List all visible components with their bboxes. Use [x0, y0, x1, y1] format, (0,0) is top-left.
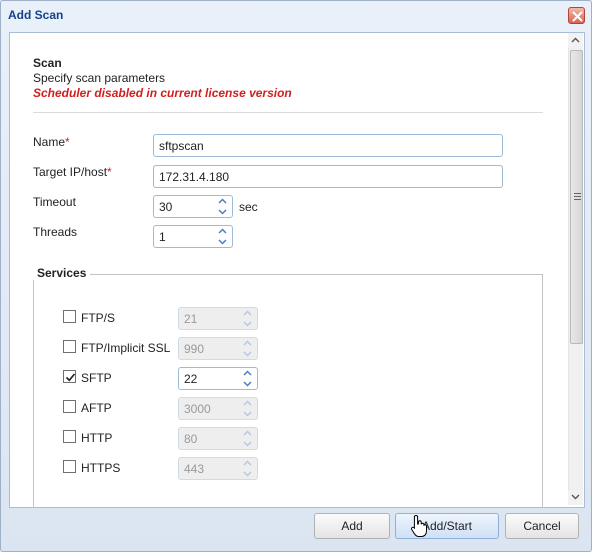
license-warning: Scheduler disabled in current license ve… [33, 86, 292, 100]
dialog-titlebar[interactable]: Add Scan [1, 1, 591, 31]
service-label[interactable]: SFTP [81, 371, 112, 385]
timeout-decrement-button[interactable] [213, 207, 232, 217]
service-checkbox[interactable] [63, 460, 76, 473]
close-icon [572, 11, 583, 22]
service-checkbox[interactable] [63, 310, 76, 323]
checkmark-icon [65, 373, 76, 382]
add-button[interactable]: Add [314, 513, 390, 539]
chevron-down-icon [243, 441, 252, 447]
service-checkbox[interactable] [63, 340, 76, 353]
port-input[interactable] [179, 368, 237, 389]
threads-input[interactable] [154, 226, 212, 247]
port-increment-button[interactable] [238, 368, 257, 378]
timeout-stepper[interactable] [153, 195, 233, 218]
port-input[interactable] [179, 338, 237, 359]
dialog-content: Scan Specify scan parameters Scheduler d… [9, 32, 585, 508]
port-stepper[interactable] [178, 457, 258, 480]
port-decrement-button[interactable] [238, 349, 257, 359]
add-scan-dialog: Add Scan Scan Specify scan parameters Sc… [0, 0, 592, 552]
chevron-down-icon [243, 411, 252, 417]
name-field[interactable] [153, 134, 503, 157]
chevron-up-icon [571, 37, 580, 43]
name-label: Name* [33, 135, 70, 149]
section-subtitle: Specify scan parameters [33, 71, 166, 85]
grip-line [574, 199, 581, 200]
chevron-down-icon [571, 494, 580, 500]
service-label[interactable]: HTTP [81, 431, 112, 445]
service-label[interactable]: AFTP [81, 401, 112, 415]
service-checkbox[interactable] [63, 400, 76, 413]
dialog-footer: Add Add/Start Cancel [1, 508, 591, 552]
target-label: Target IP/host* [33, 165, 112, 179]
close-button[interactable] [568, 7, 585, 24]
services-legend: Services [33, 266, 91, 280]
scroll-down-button[interactable] [568, 490, 583, 505]
vertical-scrollbar[interactable] [568, 48, 583, 490]
required-marker: * [107, 165, 112, 179]
timeout-label: Timeout [33, 195, 76, 209]
required-marker: * [65, 135, 70, 149]
port-input[interactable] [179, 398, 237, 419]
chevron-up-icon [218, 228, 227, 234]
port-decrement-button[interactable] [238, 409, 257, 419]
hand-pointer-icon [411, 514, 427, 537]
chevron-up-icon [243, 400, 252, 406]
port-decrement-button[interactable] [238, 439, 257, 449]
chevron-down-icon [243, 321, 252, 327]
chevron-up-icon [218, 198, 227, 204]
port-increment-button[interactable] [238, 308, 257, 318]
grip-line [574, 196, 581, 197]
grip-line [574, 193, 581, 194]
chevron-down-icon [243, 351, 252, 357]
port-increment-button[interactable] [238, 428, 257, 438]
chevron-down-icon [218, 239, 227, 245]
timeout-increment-button[interactable] [213, 196, 232, 206]
port-stepper[interactable] [178, 397, 258, 420]
divider [33, 112, 543, 113]
timeout-input[interactable] [154, 196, 212, 217]
port-decrement-button[interactable] [238, 469, 257, 479]
port-increment-button[interactable] [238, 338, 257, 348]
port-decrement-button[interactable] [238, 379, 257, 389]
target-host-field[interactable] [153, 165, 503, 188]
chevron-up-icon [243, 340, 252, 346]
chevron-up-icon [243, 430, 252, 436]
service-label[interactable]: FTP/S [81, 311, 115, 325]
port-increment-button[interactable] [238, 398, 257, 408]
port-input[interactable] [179, 308, 237, 329]
dialog-title: Add Scan [8, 8, 64, 22]
service-checkbox[interactable] [63, 430, 76, 443]
chevron-down-icon [243, 471, 252, 477]
section-title: Scan [33, 56, 62, 70]
service-label[interactable]: HTTPS [81, 461, 120, 475]
service-checkbox[interactable] [63, 370, 76, 383]
cancel-button[interactable]: Cancel [505, 513, 579, 539]
port-decrement-button[interactable] [238, 319, 257, 329]
port-stepper[interactable] [178, 367, 258, 390]
port-input[interactable] [179, 428, 237, 449]
threads-label: Threads [33, 225, 78, 239]
port-stepper[interactable] [178, 307, 258, 330]
port-input[interactable] [179, 458, 237, 479]
service-label[interactable]: FTP/Implicit SSL [81, 341, 170, 355]
scrollbar-thumb[interactable] [570, 50, 583, 344]
threads-stepper[interactable] [153, 225, 233, 248]
chevron-up-icon [243, 310, 252, 316]
scroll-up-button[interactable] [568, 33, 583, 48]
port-stepper[interactable] [178, 427, 258, 450]
threads-decrement-button[interactable] [213, 237, 232, 247]
timeout-unit: sec [239, 200, 258, 214]
port-increment-button[interactable] [238, 458, 257, 468]
chevron-up-icon [243, 460, 252, 466]
chevron-down-icon [243, 381, 252, 387]
threads-increment-button[interactable] [213, 226, 232, 236]
chevron-up-icon [243, 370, 252, 376]
port-stepper[interactable] [178, 337, 258, 360]
chevron-down-icon [218, 209, 227, 215]
